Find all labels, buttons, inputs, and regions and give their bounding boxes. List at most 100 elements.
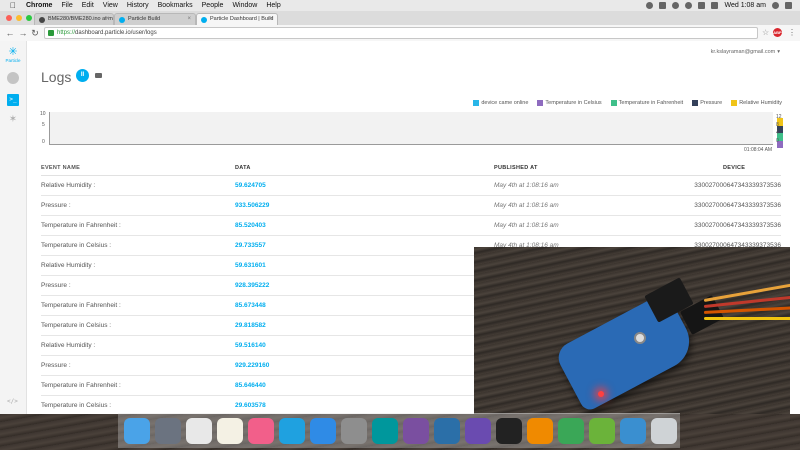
- mail-icon[interactable]: [95, 73, 102, 78]
- device-id-cell: 330027000647343339373536: [694, 182, 781, 189]
- table-row[interactable]: Relative Humidity : 59.624705 May 4th at 1…: [41, 176, 781, 196]
- event-name-cell: Pressure :: [41, 362, 71, 369]
- menu-app-name[interactable]: Chrome: [26, 2, 52, 9]
- minimize-window-button[interactable]: [16, 15, 22, 21]
- menu-help[interactable]: Help: [266, 2, 280, 9]
- tab-particle-dashboard[interactable]: Particle Dashboard | Build ×: [196, 13, 278, 25]
- integrations-nav-icon[interactable]: ✶: [7, 114, 19, 126]
- status-app-icon[interactable]: [659, 2, 667, 9]
- y-tick-left: 10: [40, 111, 46, 117]
- skype-icon[interactable]: [279, 418, 305, 444]
- legend-swatch: [537, 100, 544, 106]
- itunes-icon[interactable]: [248, 418, 274, 444]
- data-cell: 85.520403: [235, 222, 266, 229]
- quicktime-icon[interactable]: [434, 418, 460, 444]
- imovie-icon[interactable]: [465, 418, 491, 444]
- sensor-chip: [634, 332, 646, 344]
- user-menu[interactable]: kr.kslayraman@gmail.com ▾: [711, 49, 780, 55]
- utorrent-icon[interactable]: [589, 418, 615, 444]
- reload-icon[interactable]: ↻: [30, 28, 40, 38]
- address-bar[interactable]: https://dashboard.particle.io/user/logs: [44, 27, 758, 39]
- legend-item[interactable]: Temperature in Celsius: [537, 100, 602, 106]
- y-tick-right: 8: [776, 122, 779, 128]
- status-app-icon[interactable]: [672, 2, 680, 9]
- tab-github[interactable]: BME280/BME280.ino at m ×: [34, 13, 114, 25]
- menu-file[interactable]: File: [61, 2, 72, 9]
- arduino-icon[interactable]: [372, 418, 398, 444]
- apple-menu-icon[interactable]: : [8, 1, 18, 10]
- menu-view[interactable]: View: [103, 2, 118, 9]
- menu-people[interactable]: People: [202, 2, 224, 9]
- particle-logo-icon: ✳: [8, 46, 18, 58]
- device-id-cell: 330027000647343339373536: [694, 202, 781, 209]
- system-preferences-icon[interactable]: [341, 418, 367, 444]
- status-app-icon[interactable]: [646, 2, 654, 9]
- wifi-icon[interactable]: [685, 2, 693, 9]
- published-at-cell: May 4th at 1:08:16 am: [494, 202, 559, 209]
- chrome-icon[interactable]: [558, 418, 584, 444]
- event-name-cell: Temperature in Celsius :: [41, 402, 112, 409]
- app-store-icon[interactable]: [310, 418, 336, 444]
- devices-nav-icon[interactable]: [7, 72, 19, 84]
- github-icon[interactable]: [403, 418, 429, 444]
- tab-title: Particle Dashboard | Build: [210, 16, 274, 22]
- table-row[interactable]: Temperature in Fahrenheit : 85.520403 May …: [41, 216, 781, 236]
- legend-swatch: [692, 100, 699, 106]
- vlc-icon[interactable]: [527, 418, 553, 444]
- data-cell: 59.631601: [235, 262, 266, 269]
- battery-icon[interactable]: [711, 2, 719, 9]
- bookmark-star-icon[interactable]: ☆: [762, 28, 769, 37]
- event-name-cell: Pressure :: [41, 202, 71, 209]
- y-tick-right: 12: [776, 114, 782, 120]
- pause-stream-button[interactable]: II: [76, 69, 89, 82]
- spotlight-search-icon[interactable]: [772, 2, 779, 9]
- launchpad-icon[interactable]: [155, 418, 181, 444]
- notes-icon[interactable]: [217, 418, 243, 444]
- trash-icon[interactable]: [651, 418, 677, 444]
- code-icon[interactable]: </>: [7, 398, 18, 405]
- tab-title: Particle Build: [128, 16, 161, 22]
- back-arrow-icon[interactable]: ←: [5, 28, 15, 38]
- textedit-icon[interactable]: [186, 418, 212, 444]
- tab-particle-build[interactable]: Particle Build ×: [114, 13, 196, 25]
- legend-item[interactable]: Pressure: [692, 100, 722, 106]
- close-window-button[interactable]: [6, 15, 12, 21]
- table-row[interactable]: Pressure : 933.506229 May 4th at 1:08:16 a…: [41, 196, 781, 216]
- particle-dashboard-page: ✳ Particle >_ ✶ </> kr.kslayraman@gmail.…: [0, 41, 800, 414]
- legend-item[interactable]: Relative Humidity: [731, 100, 782, 106]
- column-header-published: PUBLISHED AT: [494, 165, 538, 171]
- forward-arrow-icon[interactable]: →: [18, 28, 28, 38]
- chrome-menu-icon[interactable]: ⋮: [788, 28, 796, 37]
- volume-icon[interactable]: [698, 2, 706, 9]
- legend-item[interactable]: device came online: [473, 100, 528, 106]
- legend-item[interactable]: Temperature in Fahrenheit: [610, 100, 683, 106]
- event-name-cell: Temperature in Fahrenheit :: [41, 222, 121, 229]
- webcam-video-overlay: [474, 247, 790, 414]
- column-header-event: EVENT NAME: [41, 165, 81, 171]
- adblock-extension-icon[interactable]: ABP: [773, 28, 782, 37]
- close-tab-icon[interactable]: ×: [105, 16, 109, 22]
- power-led: [598, 391, 604, 397]
- menu-edit[interactable]: Edit: [82, 2, 94, 9]
- finder-icon[interactable]: [124, 418, 150, 444]
- device-id-cell: 330027000647343339373536: [694, 222, 781, 229]
- logs-console-nav-icon[interactable]: >_: [7, 94, 19, 106]
- close-tab-icon[interactable]: ×: [269, 16, 273, 22]
- notification-center-icon[interactable]: [785, 2, 792, 9]
- menu-window[interactable]: Window: [232, 2, 257, 9]
- event-name-cell: Relative Humidity :: [41, 182, 96, 189]
- screen-capture-icon[interactable]: [620, 418, 646, 444]
- particle-logo[interactable]: ✳ Particle: [3, 47, 23, 64]
- url-scheme: https://: [57, 30, 76, 36]
- y-tick-left: 0: [42, 139, 45, 145]
- menu-bookmarks[interactable]: Bookmarks: [158, 2, 193, 9]
- tab-title: BME280/BME280.ino at m: [48, 16, 113, 22]
- zoom-window-button[interactable]: [26, 15, 32, 21]
- data-cell: 933.506229: [235, 202, 270, 209]
- toolbar: ← → ↻ https://dashboard.particle.io/user…: [0, 25, 800, 41]
- terminal-icon[interactable]: [496, 418, 522, 444]
- legend-swatch: [610, 100, 617, 106]
- menubar-clock[interactable]: Wed 1:08 am: [724, 2, 766, 9]
- menu-history[interactable]: History: [127, 2, 149, 9]
- close-tab-icon[interactable]: ×: [187, 16, 191, 22]
